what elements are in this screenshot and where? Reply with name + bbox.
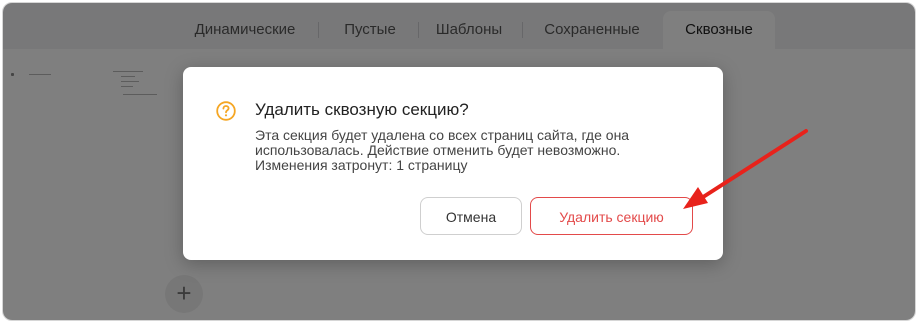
dialog-message: Эта секция будет удалена со всех страниц… [255, 128, 675, 173]
dialog-message-line: использовалась. Действие отменить будет … [255, 142, 621, 158]
question-circle-icon [216, 101, 236, 121]
delete-global-section-dialog: Удалить сквозную секцию? Эта секция буде… [183, 67, 723, 260]
dialog-message-line: Изменения затронут: 1 страницу [255, 157, 468, 173]
cancel-button[interactable]: Отмена [420, 197, 522, 235]
delete-section-button[interactable]: Удалить секцию [530, 197, 693, 235]
dialog-title: Удалить сквозную секцию? [255, 100, 469, 119]
dialog-message-line: Эта секция будет удалена со всех страниц… [255, 127, 630, 143]
